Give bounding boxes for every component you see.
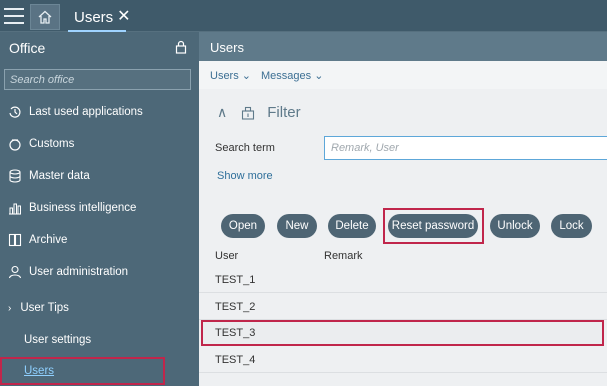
sidebar-item-business-intelligence[interactable]: Business intelligence: [0, 197, 199, 219]
home-icon: [38, 10, 52, 24]
filter-header[interactable]: ∧ Filter: [217, 104, 301, 121]
sidebar-header: Office: [0, 32, 199, 62]
hamburger-icon[interactable]: [4, 8, 24, 24]
open-button[interactable]: Open: [221, 214, 265, 238]
home-button[interactable]: [30, 4, 60, 30]
page-title: Users: [199, 32, 607, 61]
reset-password-button[interactable]: Reset password: [388, 214, 478, 238]
sidebar-item-label: User Tips: [20, 302, 69, 314]
action-toolbar: Open New Delete Reset password Unlock Lo…: [199, 208, 607, 248]
user-icon: [8, 265, 22, 279]
close-icon[interactable]: ✕: [117, 9, 130, 25]
filter-icon: [242, 106, 255, 120]
database-icon: [8, 169, 22, 183]
subnav-messages-label: Messages: [261, 69, 312, 82]
table-row[interactable]: TEST_1: [199, 267, 607, 293]
top-bar: Users ✕: [0, 0, 607, 32]
archive-icon: [8, 233, 22, 247]
sidebar-item-label: Customs: [29, 138, 75, 150]
lock-button[interactable]: Lock: [551, 214, 592, 238]
sidebar-item-user-administration[interactable]: User administration: [0, 261, 199, 283]
delete-button[interactable]: Delete: [328, 214, 376, 238]
table-row[interactable]: TEST_2: [199, 294, 607, 320]
subnav-users-label: Users: [210, 69, 239, 82]
chevron-right-icon: ›: [8, 302, 12, 314]
unlock-button[interactable]: Unlock: [490, 214, 540, 238]
chevron-up-icon[interactable]: ∧: [217, 104, 227, 121]
chevron-down-icon: ⌄: [314, 69, 324, 82]
search-term-label: Search term: [215, 142, 275, 154]
chevron-down-icon: ⌄: [241, 69, 252, 82]
main-panel: Users Users ⌄ Messages ⌄ ∧ Filter Search…: [199, 32, 607, 386]
customs-icon: [8, 137, 22, 151]
search-office-input[interactable]: [5, 70, 190, 89]
tab-users[interactable]: Users ✕: [68, 4, 131, 32]
user-cell: TEST_4: [215, 353, 256, 366]
user-cell: TEST_1: [215, 273, 256, 286]
search-term-field: [324, 136, 607, 160]
table-row-selected[interactable]: TEST_3: [201, 320, 604, 346]
chart-icon: [8, 201, 22, 215]
sidebar-item-last-used[interactable]: Last used applications: [0, 101, 199, 123]
sidebar-item-master-data[interactable]: Master data: [0, 165, 199, 187]
sidebar-item-label: User settings: [24, 334, 92, 346]
sidebar-item-customs[interactable]: Customs: [0, 133, 199, 155]
sidebar-item-archive[interactable]: Archive: [0, 229, 199, 251]
filter-label: Filter: [267, 104, 301, 121]
new-button[interactable]: New: [277, 214, 317, 238]
sidebar-item-label: Archive: [29, 234, 68, 246]
table-row[interactable]: TEST_4: [199, 347, 607, 373]
subnav-messages[interactable]: Messages ⌄: [261, 69, 323, 82]
sidebar-item-users[interactable]: Users: [0, 357, 165, 385]
tab-users-label: Users: [74, 8, 114, 26]
user-cell: TEST_3: [215, 327, 256, 339]
sidebar-item-label: Business intelligence: [29, 202, 137, 214]
show-more-link[interactable]: Show more: [217, 170, 273, 182]
sidebar-item-label: Last used applications: [29, 106, 143, 118]
column-header-user[interactable]: User: [215, 250, 238, 262]
sidebar-item-label: Users: [24, 365, 55, 377]
sidebar-item-label: User administration: [29, 266, 129, 278]
history-icon: [8, 105, 22, 119]
sub-navigation: Users ⌄ Messages ⌄: [199, 61, 607, 89]
subnav-users[interactable]: Users ⌄: [210, 69, 251, 82]
sidebar-title: Office: [9, 40, 46, 56]
sidebar-item-label: Master data: [29, 170, 90, 182]
lock-icon[interactable]: [175, 40, 187, 54]
search-term-input[interactable]: [325, 137, 607, 159]
sidebar: Office Last used applications Customs Ma…: [0, 32, 199, 386]
user-cell: TEST_2: [215, 300, 256, 313]
sidebar-item-user-tips[interactable]: › User Tips: [0, 297, 199, 319]
sidebar-search: [4, 69, 191, 90]
column-header-remark[interactable]: Remark: [324, 250, 363, 262]
sidebar-item-user-settings[interactable]: User settings: [0, 329, 199, 351]
